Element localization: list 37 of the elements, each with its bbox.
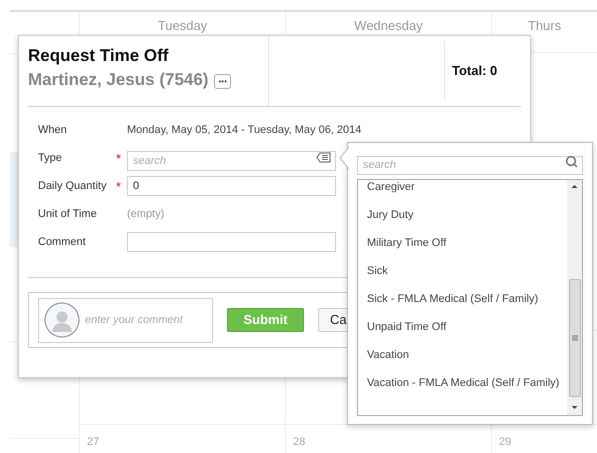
- option-item[interactable]: Sick - FMLA Medical (Self / Family): [367, 285, 567, 313]
- total-label: Total: 0: [452, 63, 498, 78]
- day-header: Tuesday: [158, 18, 208, 33]
- search-field[interactable]: search: [357, 156, 583, 174]
- date-number: 27: [87, 436, 100, 448]
- required-mark: *: [116, 180, 122, 192]
- field-label: Daily Quantity: [38, 178, 108, 194]
- field-label: Unit of Time: [38, 206, 98, 222]
- option-item[interactable]: Unpaid Time Off: [367, 313, 567, 341]
- type-field[interactable]: search: [127, 151, 336, 171]
- more-button[interactable]: •••: [214, 74, 231, 89]
- avatar-icon: [44, 302, 80, 338]
- field-label: Type: [38, 150, 63, 166]
- option-item[interactable]: Military Time Off: [367, 229, 567, 257]
- grip-icon: [572, 335, 578, 341]
- option-item[interactable]: Vacation - FMLA Medical (Self / Family): [367, 369, 567, 397]
- search-icon: [565, 155, 578, 168]
- day-header: Thurs: [528, 18, 562, 33]
- input-field[interactable]: 0: [127, 176, 336, 196]
- field-label: When: [38, 122, 68, 138]
- date-number: 28: [293, 436, 306, 448]
- option-item[interactable]: Caregiver: [367, 180, 567, 201]
- field-value: (empty): [127, 206, 164, 222]
- scrollbar[interactable]: [567, 180, 582, 415]
- day-header: Wednesday: [354, 18, 423, 33]
- dialog-title: Request Time Off: [28, 45, 170, 67]
- field-label: Comment: [38, 234, 87, 250]
- required-mark: *: [116, 152, 122, 164]
- input-field[interactable]: [127, 232, 336, 252]
- option-item[interactable]: Sick: [367, 257, 567, 285]
- date-number: 29: [499, 436, 512, 448]
- employee-name: Martinez, Jesus (7546): [28, 69, 208, 91]
- option-item[interactable]: Jury Duty: [367, 201, 567, 229]
- option-item[interactable]: Vacation: [367, 341, 567, 369]
- date-range: Monday, May 05, 2014 - Tuesday, May 06, 2014: [127, 122, 362, 138]
- scroll-thumb[interactable]: [568, 279, 580, 397]
- list-icon[interactable]: [316, 152, 331, 163]
